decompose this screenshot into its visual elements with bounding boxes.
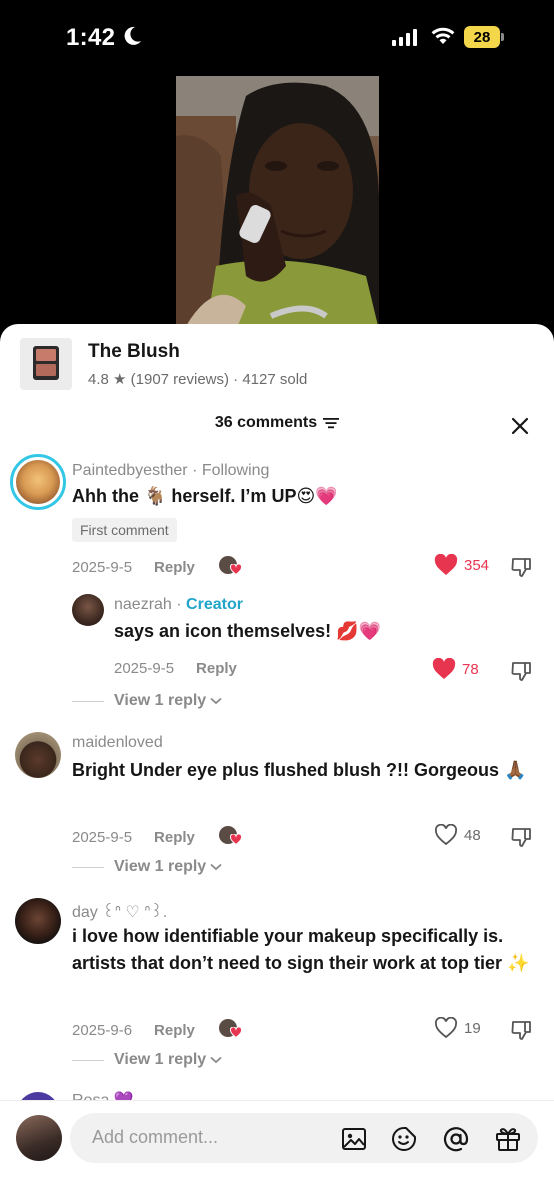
dislike-icon[interactable] bbox=[510, 1018, 534, 1042]
creator-liked-indicator bbox=[218, 1019, 243, 1041]
product-meta: 4.8 ★ (1907 reviews) · 4127 sold bbox=[88, 370, 308, 388]
product-thumbnail bbox=[20, 338, 72, 390]
like-count: 48 bbox=[464, 826, 481, 844]
reply-date: 2025-9-5 bbox=[114, 660, 175, 677]
comments-sheet: The Blush 4.8 ★ (1907 reviews) · 4127 so… bbox=[0, 324, 554, 1200]
comment-date: 2025-9-5 bbox=[72, 558, 133, 576]
product-card[interactable]: The Blush 4.8 ★ (1907 reviews) · 4127 so… bbox=[20, 338, 307, 390]
like-button[interactable]: 354 bbox=[434, 554, 489, 576]
comment-username[interactable]: day ꒰ᐢ ♡ ᐢ꒱. bbox=[72, 900, 167, 922]
like-button[interactable]: 78 bbox=[432, 658, 479, 680]
image-icon[interactable] bbox=[340, 1125, 368, 1153]
gift-icon[interactable] bbox=[494, 1125, 522, 1153]
moon-icon bbox=[124, 26, 141, 45]
comment-username[interactable]: maidenloved bbox=[72, 734, 163, 752]
dislike-icon[interactable] bbox=[510, 659, 534, 683]
product-name: The Blush bbox=[88, 340, 180, 362]
close-icon[interactable] bbox=[508, 414, 532, 438]
dislike-icon[interactable] bbox=[510, 555, 534, 579]
video-frame bbox=[176, 76, 379, 330]
comment-username[interactable]: Rosa 💜 bbox=[72, 1090, 134, 1100]
creator-label: Creator bbox=[186, 596, 243, 613]
like-count: 78 bbox=[462, 660, 479, 678]
video-preview[interactable] bbox=[176, 76, 379, 330]
heart-icon bbox=[434, 1017, 458, 1039]
comment-date: 2025-9-5 bbox=[72, 828, 133, 846]
reply-button[interactable]: Reply bbox=[154, 559, 195, 576]
current-user-avatar bbox=[16, 1115, 62, 1161]
comment-date: 2025-9-6 bbox=[72, 1021, 133, 1039]
avatar[interactable] bbox=[15, 732, 61, 778]
heart-icon bbox=[434, 554, 458, 575]
heart-icon bbox=[434, 824, 458, 846]
comment-input-bar: Add comment... bbox=[0, 1100, 554, 1200]
like-button[interactable]: 48 bbox=[434, 824, 481, 846]
avatar[interactable] bbox=[10, 454, 66, 510]
reply-button[interactable]: Reply bbox=[154, 829, 195, 846]
comments-count-button[interactable]: 36 comments bbox=[214, 414, 340, 432]
comment-username[interactable]: Paintedbyesther · Following bbox=[72, 462, 269, 480]
comment-text: i love how identifiable your makeup spec… bbox=[72, 926, 530, 973]
battery-level: 28 bbox=[473, 28, 491, 46]
wifi-icon bbox=[431, 27, 455, 44]
like-button[interactable]: 19 bbox=[434, 1017, 481, 1039]
dislike-icon[interactable] bbox=[510, 825, 534, 849]
status-bar: 1:42 28 bbox=[0, 0, 554, 76]
comment-input-placeholder: Add comment... bbox=[92, 1127, 219, 1147]
status-time: 1:42 bbox=[66, 24, 116, 51]
creator-liked-indicator bbox=[218, 826, 243, 848]
reply-button[interactable]: Reply bbox=[196, 660, 237, 677]
view-replies-button[interactable]: View 1 reply bbox=[72, 858, 222, 876]
heart-icon bbox=[432, 658, 456, 679]
comment-item: Rosa 💜 bbox=[0, 1090, 554, 1100]
comments-count: 36 comments bbox=[214, 414, 318, 431]
chevron-down-icon bbox=[210, 1056, 222, 1064]
following-label: · Following bbox=[192, 462, 270, 479]
like-count: 19 bbox=[464, 1019, 481, 1037]
first-comment-badge: First comment bbox=[72, 518, 177, 542]
avatar[interactable] bbox=[72, 594, 104, 626]
reply-username[interactable]: naezrah · Creator bbox=[114, 596, 243, 614]
battery-icon: 28 bbox=[464, 26, 504, 48]
filter-icon bbox=[323, 418, 340, 429]
signal-icon bbox=[392, 29, 417, 46]
like-count: 354 bbox=[464, 556, 490, 574]
creator-liked-indicator bbox=[218, 556, 243, 578]
at-icon[interactable] bbox=[442, 1125, 470, 1153]
comments-header: 36 comments bbox=[0, 414, 554, 432]
avatar[interactable] bbox=[15, 898, 61, 944]
emoji-icon[interactable] bbox=[390, 1125, 418, 1153]
view-replies-button[interactable]: View 1 reply bbox=[72, 1051, 222, 1069]
comment-text: Bright Under eye plus flushed blush ?!! … bbox=[72, 760, 527, 780]
view-replies-button[interactable]: View 1 reply bbox=[72, 692, 222, 710]
comment-text: Ahh the 🐐 herself. I’m UP😍💗 bbox=[72, 486, 338, 506]
comment-input[interactable]: Add comment... bbox=[70, 1113, 538, 1163]
chevron-down-icon bbox=[210, 697, 222, 705]
reply-button[interactable]: Reply bbox=[154, 1022, 195, 1039]
avatar[interactable] bbox=[17, 1092, 59, 1100]
reply-text: says an icon themselves! 💋💗 bbox=[114, 621, 381, 641]
chevron-down-icon bbox=[210, 863, 222, 871]
